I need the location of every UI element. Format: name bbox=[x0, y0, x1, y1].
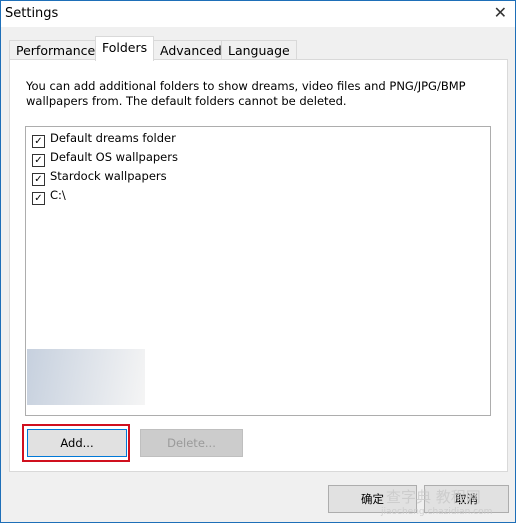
checkbox[interactable]: ✓ bbox=[32, 192, 45, 205]
checkbox[interactable]: ✓ bbox=[32, 135, 45, 148]
checkbox[interactable]: ✓ bbox=[32, 173, 45, 186]
item-label: C:\ bbox=[50, 188, 66, 202]
checkbox[interactable]: ✓ bbox=[32, 154, 45, 167]
blurred-image bbox=[27, 349, 145, 405]
tab-language[interactable]: Language bbox=[221, 40, 297, 60]
tab-performance[interactable]: Performance bbox=[9, 40, 103, 60]
item-label: Stardock wallpapers bbox=[50, 169, 167, 183]
folders-panel: You can add additional folders to show d… bbox=[9, 59, 508, 472]
item-label: Default OS wallpapers bbox=[50, 150, 178, 164]
watermark: 查字典 教程网 jiaocheng.chazidian.com bbox=[381, 486, 492, 517]
tab-advanced[interactable]: Advanced bbox=[153, 40, 229, 60]
folder-list[interactable]: ✓ Default dreams folder ✓ Default OS wallp… bbox=[25, 126, 491, 416]
settings-window: Settings ✕ Performance Folders Advanced … bbox=[0, 0, 516, 523]
item-label: Default dreams folder bbox=[50, 131, 176, 145]
title-bar: Settings ✕ bbox=[1, 1, 515, 27]
window-title: Settings bbox=[5, 6, 59, 21]
close-icon[interactable]: ✕ bbox=[494, 3, 507, 22]
delete-button[interactable]: Delete... bbox=[140, 429, 243, 457]
tab-folders[interactable]: Folders bbox=[95, 36, 155, 61]
list-item[interactable]: ✓ Stardock wallpapers bbox=[32, 167, 167, 186]
watermark-url: jiaocheng.chazidian.com bbox=[381, 507, 493, 517]
add-button[interactable]: Add... bbox=[27, 429, 127, 457]
list-item[interactable]: ✓ C:\ bbox=[32, 186, 66, 205]
list-item[interactable]: ✓ Default OS wallpapers bbox=[32, 148, 178, 167]
description-text: You can add additional folders to show d… bbox=[26, 79, 466, 108]
list-item[interactable]: ✓ Default dreams folder bbox=[32, 129, 176, 148]
watermark-text: 查字典 教程网 bbox=[386, 488, 481, 506]
